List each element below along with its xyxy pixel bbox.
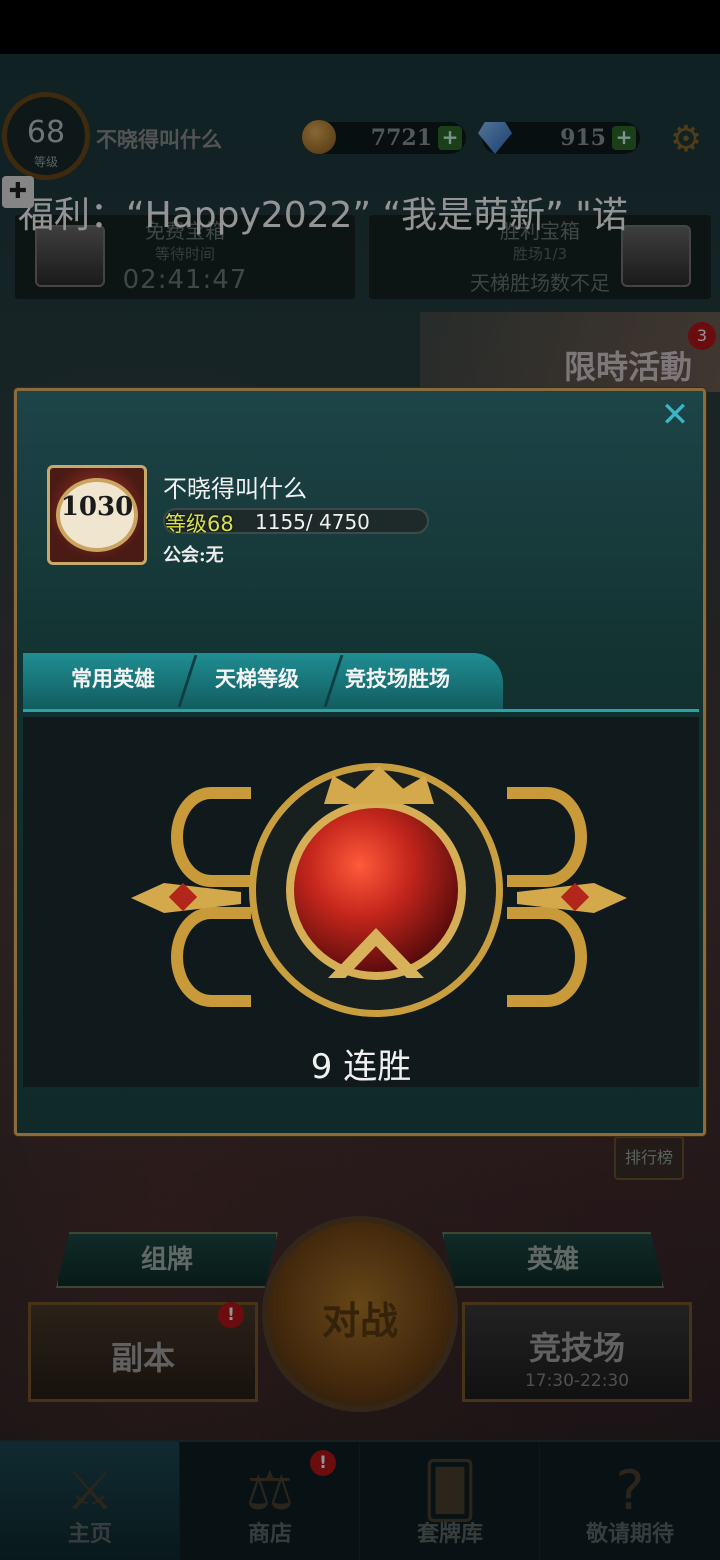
medal-wing-right xyxy=(507,787,627,1007)
win-streak-text: 9 连胜 xyxy=(310,1047,412,1087)
avatar-rating: 1030 xyxy=(60,492,134,522)
ruby-orb xyxy=(286,800,466,980)
medal-wing-left xyxy=(131,787,251,1007)
arena-wins-panel: 9 连胜 xyxy=(23,717,699,1087)
crown-icon xyxy=(324,766,434,804)
profile-tabs: 常用英雄 天梯等级 竞技场胜场 xyxy=(23,645,699,715)
avatar[interactable]: 1030 xyxy=(47,465,147,565)
tab-underline xyxy=(23,709,699,712)
tab-ladder-rank[interactable]: 天梯等级 xyxy=(215,663,299,693)
tab-arena-wins[interactable]: 竞技场胜场 xyxy=(345,663,450,693)
close-icon[interactable]: ✕ xyxy=(657,397,693,433)
tab-common-heroes[interactable]: 常用英雄 xyxy=(71,663,155,693)
arena-medal-icon xyxy=(249,763,503,1017)
profile-player-name: 不晓得叫什么 xyxy=(163,475,307,503)
player-profile-dialog: ✕ 1030 不晓得叫什么 等级68 1155/ 4750 公会:无 常用英雄 … xyxy=(14,388,706,1136)
profile-level: 等级68 xyxy=(165,512,234,536)
status-bar xyxy=(0,0,720,54)
experience-value: 1155/ 4750 xyxy=(255,510,370,534)
guild-label: 公会:无 xyxy=(163,545,224,566)
experience-bar: 等级68 1155/ 4750 xyxy=(163,508,429,536)
